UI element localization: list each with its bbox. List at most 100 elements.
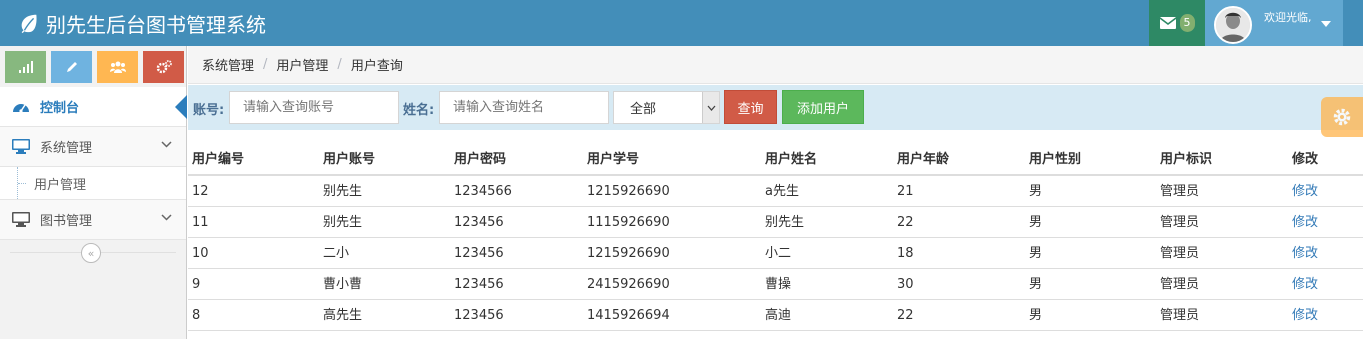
table-cell: 曹操 [765,277,792,292]
sidebar-subitem-label: 用户管理 [34,177,87,193]
table-row: 10 二小 123456 1215926690 小二 18 男 管理员 修改 [188,238,1363,269]
breadcrumb-item[interactable]: 用户管理 [276,55,328,74]
signal-icon [18,61,33,73]
table-cell: 18 [897,246,914,261]
chevron-down-icon [161,214,172,221]
table-cell: 1115926690 [587,215,670,230]
caret-down-icon [1321,21,1331,27]
add-user-button[interactable]: 添加用户 [782,90,864,124]
message-count-badge: 5 [1179,14,1195,32]
table-cell: 男 [1029,184,1043,199]
top-navbar: 别先生后台图书管理系统 5 欢迎光临, [0,0,1363,46]
account-search-input[interactable] [229,91,399,124]
table-cell: 男 [1029,215,1043,230]
shortcut-pencil-button[interactable] [51,51,92,83]
column-header: 用户学号 [587,152,640,167]
table-cell: 1215926690 [587,246,670,261]
table-cell: 1215926690 [587,184,670,199]
table-cell: 123456 [454,215,504,230]
leaf-icon [21,14,37,34]
sidebar-collapse-button[interactable]: « [81,243,101,263]
user-menu[interactable]: 欢迎光临, [1205,0,1343,46]
name-search-input[interactable] [439,91,609,124]
desktop-icon [11,139,31,155]
pencil-icon [66,62,77,72]
sidebar-item-system[interactable]: 系统管理 [0,127,186,167]
table-cell: 高迪 [765,308,792,323]
column-header: 用户账号 [323,152,376,167]
filter-select-value: 全部 [630,102,657,117]
table-cell: 8 [192,308,201,323]
edit-link[interactable]: 修改 [1292,300,1318,331]
table-cell: 高先生 [323,308,363,323]
filter-select[interactable]: 全部 [613,91,720,124]
breadcrumb-item-current: 用户查询 [350,59,403,74]
table-row: 9 曹小曹 123456 2415926690 曹操 30 男 管理员 修改 [188,269,1363,300]
table-body: 12 别先生 1234566 1215926690 a先生 21 男管理员 修改 11 别先生 12… [188,176,1363,331]
shortcut-cogs-button[interactable] [143,51,184,83]
table-cell: 30 [897,277,914,292]
table-cell: 管理员 [1160,308,1200,323]
table-cell: 1234566 [454,184,512,199]
column-header: 用户姓名 [765,152,818,167]
table-cell: 别先生 [323,215,363,230]
table-cell: 21 [897,184,914,199]
table-cell: 123456 [454,308,504,323]
sidebar-item-dashboard[interactable]: 控制台 [0,87,187,127]
table-cell: 管理员 [1160,184,1200,199]
table-cell: 10 [192,246,209,261]
table-cell: a先生 [765,184,799,199]
chevron-down-icon [161,141,172,148]
double-angle-left-icon: « [87,246,95,260]
sidebar-collapse: « [0,240,186,266]
sidebar-item-label: 图书管理 [40,214,93,229]
table-cell: 123456 [454,277,504,292]
breadcrumb: 系统管理 / 用户管理 / 用户查询 [188,46,1363,84]
table-cell: 12 [192,184,209,199]
sidebar-item-books[interactable]: 图书管理 [0,200,186,240]
table-row: 12 别先生 1234566 1215926690 a先生 21 男 管理员 修改 [188,176,1363,207]
shortcut-users-button[interactable] [97,51,138,83]
gear-icon [1333,108,1351,126]
select-arrow-icon [702,92,719,123]
edit-link[interactable]: 修改 [1292,269,1318,300]
table-row: 11 别先生 123456 1115926690 别先生 22 男 管理员 修改 [188,207,1363,238]
sidebar-item-label: 控制台 [40,101,80,116]
breadcrumb-item[interactable]: 系统管理 [202,55,254,74]
name-label: 姓名: [403,103,435,118]
shortcut-signal-button[interactable] [5,51,46,83]
table-cell: 管理员 [1160,246,1200,261]
dashboard-icon [11,99,31,115]
table-cell: 1415926694 [587,308,670,323]
column-header: 用户编号 [192,152,245,167]
user-table: 用户编号 用户账号 用户密码 用户学号 用户姓名 用户年龄 用户性别 用户标识 … [188,144,1363,331]
envelope-icon [1159,17,1176,29]
table-cell: 小二 [765,246,792,261]
table-cell: 男 [1029,246,1043,261]
table-cell: 男 [1029,308,1043,323]
users-icon [109,61,126,73]
messages-button[interactable]: 5 [1149,0,1205,46]
table-cell: 管理员 [1160,215,1200,230]
table-cell: 曹小曹 [323,277,363,292]
edit-link[interactable]: 修改 [1292,176,1318,207]
edit-link[interactable]: 修改 [1292,207,1318,238]
column-header: 用户密码 [454,152,507,167]
table-row: 8 高先生 123456 1415926694 高迪 22 男 管理员 修改 [188,300,1363,331]
settings-toggle[interactable] [1321,97,1363,137]
sidebar: 控制台 系统管理 用户管理 图书管理 « [0,46,187,339]
column-header: 用户标识 [1160,152,1213,167]
brand[interactable]: 别先生后台图书管理系统 [18,0,266,46]
table-cell: 管理员 [1160,277,1200,292]
column-header: 用户性别 [1029,152,1082,167]
column-header: 用户年龄 [897,152,950,167]
column-header: 修改 [1292,152,1319,167]
table-cell: 二小 [323,246,350,261]
welcome-text: 欢迎光临, [1264,11,1312,24]
table-cell: 别先生 [765,215,805,230]
sidebar-subitem-user-management[interactable]: 用户管理 [0,167,186,200]
app-title: 别先生后台图书管理系统 [46,12,266,37]
table-cell: 123456 [454,246,504,261]
edit-link[interactable]: 修改 [1292,238,1318,269]
query-button[interactable]: 查询 [724,90,777,124]
